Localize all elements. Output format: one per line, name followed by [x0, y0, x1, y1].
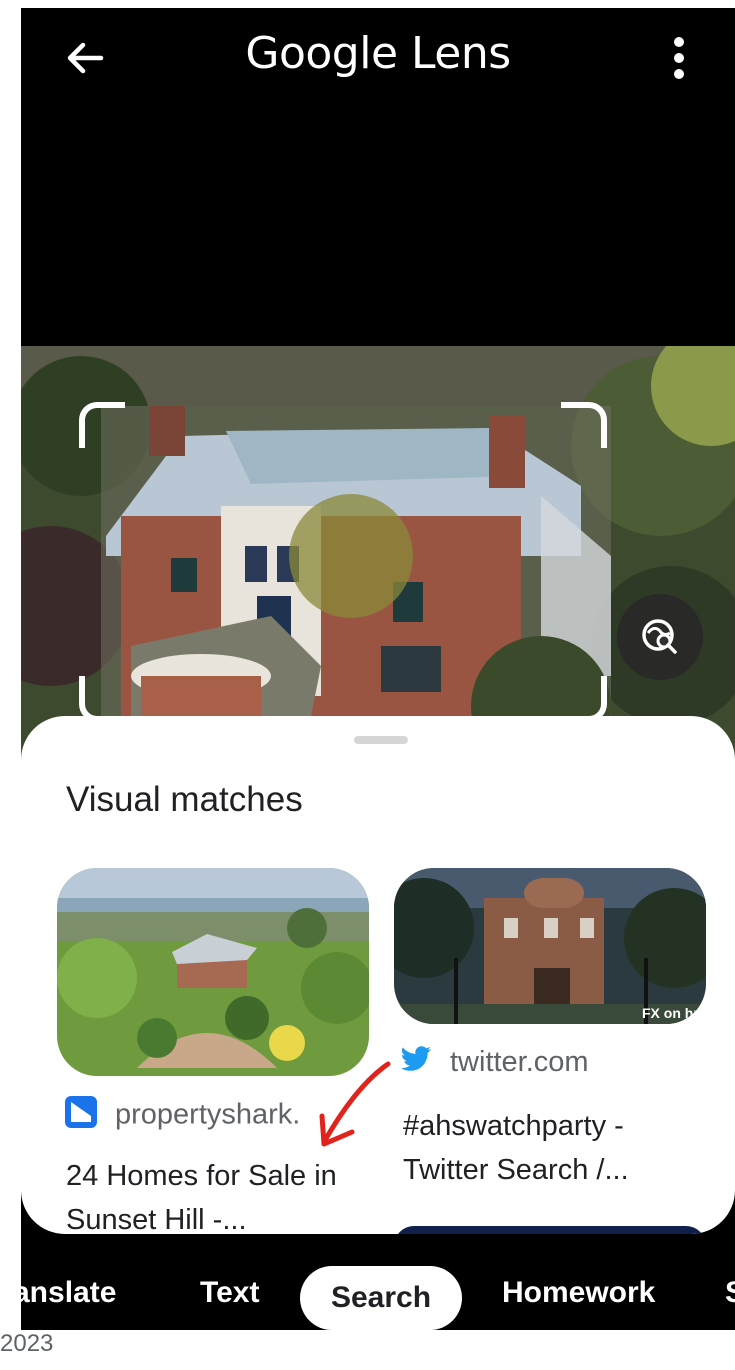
crop-corner-top-left[interactable]: [79, 402, 125, 448]
lens-mode-tabs: anslate Text Search Homework S: [21, 1266, 735, 1330]
more-options-button[interactable]: [659, 32, 699, 84]
result-source[interactable]: propertyshark.: [65, 1096, 300, 1136]
aerial-estate-image: [57, 868, 369, 1076]
search-region-button[interactable]: [617, 594, 703, 680]
thumbnail-watermark: FX on hulu: [642, 1005, 706, 1021]
tab-translate[interactable]: anslate: [21, 1276, 116, 1310]
result-thumbnail[interactable]: FX on hulu: [394, 868, 706, 1024]
tab-text[interactable]: Text: [200, 1276, 259, 1310]
sheet-drag-handle[interactable]: [354, 736, 408, 744]
result-title[interactable]: 24 Homes for Sale in Sunset Hill -...: [66, 1154, 366, 1234]
visual-matches-heading: Visual matches: [66, 780, 303, 819]
twitter-icon: [400, 1046, 432, 1080]
result-title[interactable]: #ahswatchparty - Twitter Search /...: [403, 1104, 703, 1192]
propertyshark-icon: [65, 1096, 97, 1136]
mansion-gate-image: FX on hulu: [394, 868, 706, 1024]
next-result-thumbnail-peek[interactable]: [394, 1226, 706, 1234]
tab-homework[interactable]: Homework: [502, 1276, 655, 1310]
result-thumbnail[interactable]: [57, 868, 369, 1076]
frame-edge-top: [0, 0, 735, 8]
captured-house-photo[interactable]: [21, 346, 735, 766]
tab-search[interactable]: Search: [300, 1266, 462, 1330]
result-source[interactable]: twitter.com: [400, 1046, 589, 1080]
result-source-label: propertyshark.: [115, 1098, 301, 1131]
frame-edge-left: [0, 0, 21, 1330]
top-app-bar: Google Lens: [21, 8, 735, 108]
crop-corner-top-right[interactable]: [561, 402, 607, 448]
more-vert-icon: [674, 37, 684, 79]
lens-search-icon: [642, 619, 677, 654]
lens-screen: Google Lens Visual matches propertyshark…: [21, 8, 735, 1330]
caption-year: 2023: [0, 1330, 54, 1357]
results-bottom-sheet: Visual matches propertyshark. 24 Homes f…: [21, 716, 735, 1234]
result-source-label: twitter.com: [450, 1046, 589, 1078]
app-title: Google Lens: [245, 28, 511, 79]
tab-shopping[interactable]: S: [725, 1276, 735, 1310]
house-image: [21, 346, 735, 766]
phone-screenshot: Google Lens Visual matches propertyshark…: [0, 0, 735, 1370]
